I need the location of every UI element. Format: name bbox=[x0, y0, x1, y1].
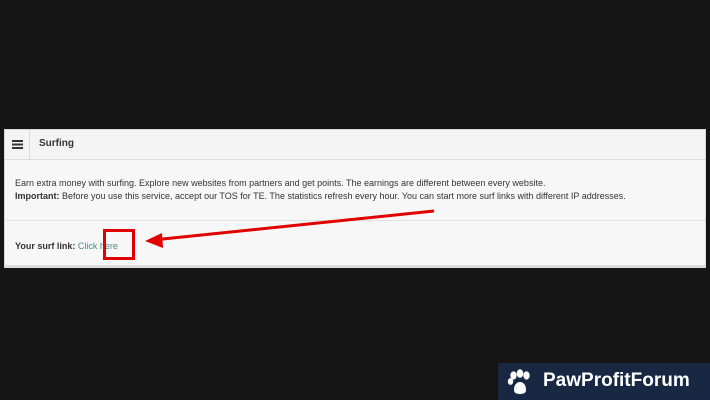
panel-bottom-border bbox=[5, 265, 705, 267]
brand-watermark: PawProfitForum bbox=[498, 363, 710, 400]
menu-cell[interactable] bbox=[5, 130, 30, 159]
section-divider bbox=[5, 220, 705, 221]
panel-description: Earn extra money with surfing. Explore n… bbox=[15, 177, 705, 203]
description-line-1: Earn extra money with surfing. Explore n… bbox=[15, 178, 546, 188]
panel-header: Surfing bbox=[5, 130, 705, 160]
panel-title: Surfing bbox=[39, 138, 74, 149]
important-label: Important: bbox=[15, 191, 60, 201]
description-line-2: Important: Before you use this service, … bbox=[15, 190, 705, 203]
menu-icon[interactable] bbox=[12, 140, 23, 149]
important-text: Before you use this service, accept our … bbox=[59, 191, 626, 201]
paw-icon bbox=[505, 367, 535, 397]
highlight-box bbox=[103, 229, 135, 260]
surf-link-label: Your surf link: bbox=[15, 241, 76, 251]
brand-name: PawProfitForum bbox=[543, 370, 690, 391]
